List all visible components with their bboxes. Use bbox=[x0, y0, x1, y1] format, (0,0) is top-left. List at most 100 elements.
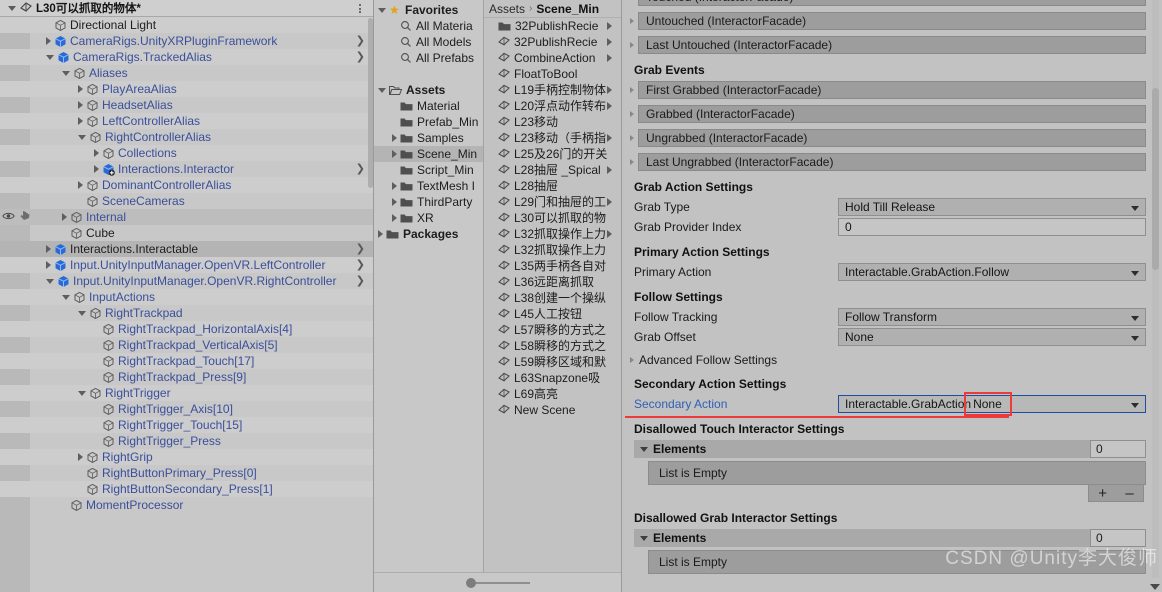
chevron-right-icon[interactable] bbox=[46, 261, 51, 269]
breadcrumb-current[interactable]: Scene_Min bbox=[536, 2, 599, 16]
chevron-down-icon[interactable] bbox=[8, 5, 16, 11]
chevron-right-icon[interactable] bbox=[94, 165, 99, 173]
hierarchy-item-playareaalias[interactable]: PlayAreaAlias bbox=[0, 81, 373, 97]
project-tree-item-favorites[interactable]: ★ Favorites bbox=[374, 2, 483, 18]
project-asset-item[interactable]: L63Snapzone吸 bbox=[484, 370, 621, 386]
hierarchy-item-righttrigger-axis-10[interactable]: RightTrigger_Axis[10] bbox=[0, 401, 373, 417]
project-asset-item[interactable]: New Scene bbox=[484, 402, 621, 418]
chevron-right-icon[interactable] bbox=[630, 42, 634, 48]
asset-expander-chevron-icon[interactable] bbox=[607, 166, 612, 174]
grab-provider-index-input[interactable]: 0 bbox=[838, 218, 1146, 236]
asset-expander-chevron-icon[interactable] bbox=[607, 86, 612, 94]
project-tree-item-thirdparty[interactable]: ThirdParty bbox=[374, 194, 483, 210]
project-asset-item[interactable]: L57瞬移的方式之 bbox=[484, 322, 621, 338]
chevron-down-icon[interactable] bbox=[78, 391, 86, 396]
hierarchy-item-righttrigger-touch-15[interactable]: RightTrigger_Touch[15] bbox=[0, 417, 373, 433]
hierarchy-item-aliases[interactable]: Aliases bbox=[0, 65, 373, 81]
project-asset-item[interactable]: L32抓取操作上力 bbox=[484, 226, 621, 242]
chevron-right-icon[interactable] bbox=[630, 111, 634, 117]
chevron-down-icon[interactable] bbox=[46, 55, 54, 60]
event-row[interactable]: Untouched (InteractorFacade) bbox=[628, 12, 1146, 30]
prefab-open-chevron-icon[interactable]: ❯ bbox=[356, 52, 365, 63]
chevron-right-icon[interactable] bbox=[392, 214, 397, 222]
hierarchy-item-righttrackpad-press-9[interactable]: RightTrackpad_Press[9] bbox=[0, 369, 373, 385]
hierarchy-item-rightcontrolleralias[interactable]: RightControllerAlias bbox=[0, 129, 373, 145]
project-asset-item[interactable]: CombineAction bbox=[484, 50, 621, 66]
chevron-down-icon[interactable] bbox=[378, 88, 386, 93]
chevron-right-icon[interactable] bbox=[392, 198, 397, 206]
eye-icon[interactable] bbox=[2, 210, 15, 224]
scrollbar-thumb[interactable] bbox=[368, 18, 373, 188]
primary-action-dropdown[interactable]: Interactable.GrabAction.Follow bbox=[838, 263, 1146, 281]
chevron-right-icon[interactable] bbox=[78, 85, 83, 93]
disallowed-grab-elements-header[interactable]: Elements 0 bbox=[634, 529, 1146, 547]
chevron-down-icon[interactable] bbox=[78, 311, 86, 316]
kebab-menu-icon[interactable] bbox=[355, 2, 365, 15]
project-tree-item-xr[interactable]: XR bbox=[374, 210, 483, 226]
project-tree-item-packages[interactable]: Packages bbox=[374, 226, 483, 242]
event-label[interactable]: Last Ungrabbed (InteractorFacade) bbox=[638, 153, 1146, 171]
project-asset-item[interactable]: L28抽屉 bbox=[484, 178, 621, 194]
project-asset-item[interactable]: L69高亮 bbox=[484, 386, 621, 402]
hierarchy-item-inputactions[interactable]: InputActions bbox=[0, 289, 373, 305]
project-tree-item-textmesh-i[interactable]: TextMesh I bbox=[374, 178, 483, 194]
project-tree-item-all-prefabs[interactable]: All Prefabs bbox=[374, 50, 483, 66]
project-tree-item-scene-min[interactable]: Scene_Min bbox=[374, 146, 483, 162]
grab-type-dropdown[interactable]: Hold Till Release bbox=[838, 198, 1146, 216]
hierarchy-item-collections[interactable]: Collections bbox=[0, 145, 373, 161]
project-asset-item[interactable]: L19手柄控制物体 bbox=[484, 82, 621, 98]
event-row[interactable]: Last Ungrabbed (InteractorFacade) bbox=[628, 153, 1146, 171]
remove-element-button[interactable]: – bbox=[1125, 485, 1133, 502]
asset-expander-chevron-icon[interactable] bbox=[607, 38, 612, 46]
hierarchy-item-interactions-interactor[interactable]: Interactions.Interactor ❯ bbox=[0, 161, 373, 177]
chevron-right-icon[interactable] bbox=[62, 213, 67, 221]
chevron-right-icon[interactable] bbox=[94, 149, 99, 157]
project-asset-item[interactable]: L29门和抽屉的工 bbox=[484, 194, 621, 210]
project-asset-item[interactable]: L28抽屉 _Spical bbox=[484, 162, 621, 178]
scroll-down-arrow-icon[interactable] bbox=[1150, 584, 1160, 590]
chevron-right-icon[interactable] bbox=[392, 150, 397, 158]
hierarchy-item-righttrigger[interactable]: RightTrigger bbox=[0, 385, 373, 401]
project-asset-item[interactable]: L59瞬移区域和默 bbox=[484, 354, 621, 370]
prefab-open-chevron-icon[interactable]: ❯ bbox=[356, 36, 365, 47]
project-tree-item-script-min[interactable]: Script_Min bbox=[374, 162, 483, 178]
visibility-toggles[interactable] bbox=[2, 209, 30, 225]
elements-count-input[interactable]: 0 bbox=[1090, 529, 1146, 547]
disallowed-touch-elements-header[interactable]: Elements 0 bbox=[634, 440, 1146, 458]
chevron-down-icon[interactable] bbox=[62, 295, 70, 300]
hierarchy-scene-header[interactable]: L30可以抓取的物体* bbox=[0, 0, 373, 17]
chevron-right-icon[interactable] bbox=[630, 135, 634, 141]
hierarchy-item-righttrackpad-horizontalaxis-4[interactable]: RightTrackpad_HorizontalAxis[4] bbox=[0, 321, 373, 337]
project-asset-item[interactable]: 32PublishRecie bbox=[484, 34, 621, 50]
event-row[interactable]: First Grabbed (InteractorFacade) bbox=[628, 81, 1146, 99]
hierarchy-item-momentprocessor[interactable]: MomentProcessor bbox=[0, 497, 373, 513]
chevron-right-icon[interactable] bbox=[630, 159, 634, 165]
event-row[interactable]: Touched (InteractorFacade) bbox=[628, 0, 1146, 6]
breadcrumb-root[interactable]: Assets bbox=[489, 2, 525, 16]
asset-expander-chevron-icon[interactable] bbox=[607, 54, 612, 62]
project-tree-item-samples[interactable]: Samples bbox=[374, 130, 483, 146]
project-tree-item-all-materia[interactable]: All Materia bbox=[374, 18, 483, 34]
event-label[interactable]: Touched (InteractorFacade) bbox=[638, 0, 1146, 6]
thumbnail-size-slider[interactable] bbox=[465, 577, 530, 589]
chevron-down-icon[interactable] bbox=[78, 135, 86, 140]
hierarchy-item-rightbuttonprimary-press-0[interactable]: RightButtonPrimary_Press[0] bbox=[0, 465, 373, 481]
project-asset-item[interactable]: L35两手柄各自对 bbox=[484, 258, 621, 274]
chevron-down-icon[interactable] bbox=[378, 8, 386, 13]
secondary-action-label[interactable]: Secondary Action bbox=[628, 397, 838, 411]
hierarchy-scrollbar[interactable] bbox=[368, 18, 373, 592]
project-tree-item-material[interactable]: Material bbox=[374, 98, 483, 114]
add-element-button[interactable]: + bbox=[1098, 485, 1107, 502]
event-label[interactable]: Grabbed (InteractorFacade) bbox=[638, 105, 1146, 123]
chevron-right-icon[interactable] bbox=[630, 87, 634, 93]
chevron-right-icon[interactable] bbox=[378, 230, 383, 238]
hierarchy-item-directional-light[interactable]: Directional Light bbox=[0, 17, 373, 33]
asset-expander-chevron-icon[interactable] bbox=[607, 22, 612, 30]
chevron-right-icon[interactable] bbox=[78, 453, 83, 461]
project-tree-item-assets[interactable]: Assets bbox=[374, 82, 483, 98]
project-tree-item-all-models[interactable]: All Models bbox=[374, 34, 483, 50]
hierarchy-item-rightgrip[interactable]: RightGrip bbox=[0, 449, 373, 465]
hierarchy-item-cube[interactable]: Cube bbox=[0, 225, 373, 241]
chevron-right-icon[interactable] bbox=[392, 182, 397, 190]
follow-tracking-dropdown[interactable]: Follow Transform bbox=[838, 308, 1146, 326]
